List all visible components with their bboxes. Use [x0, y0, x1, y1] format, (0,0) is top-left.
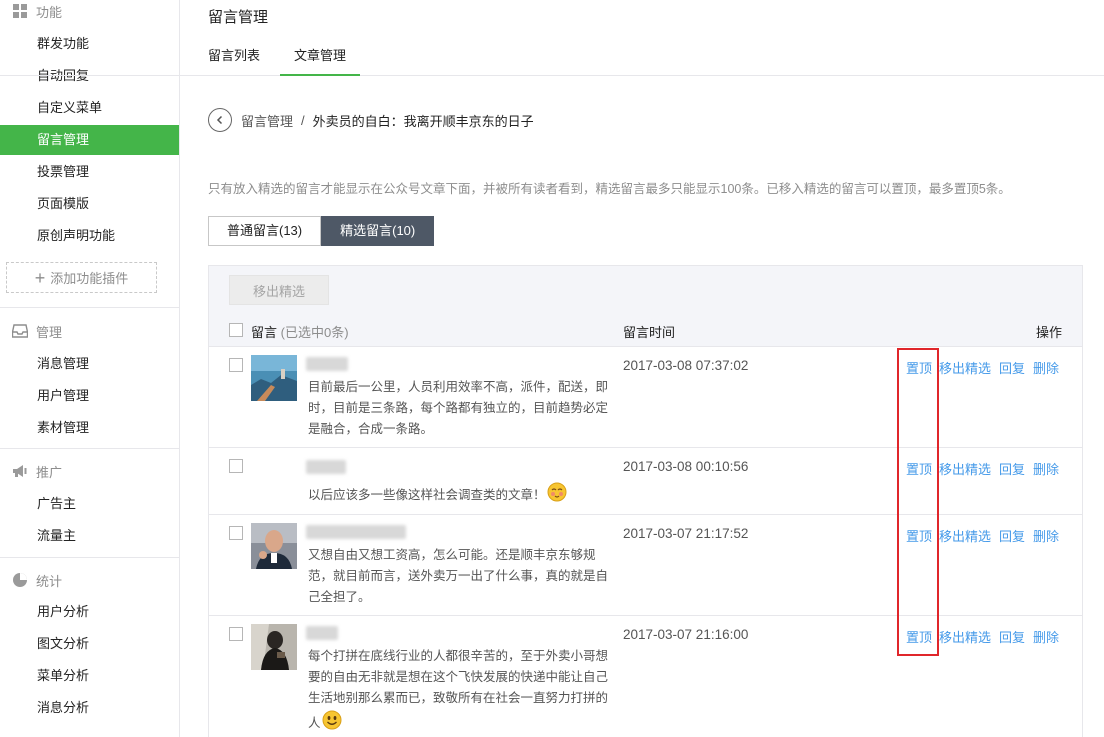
sidebar-item-original-declaration[interactable]: 原创声明功能 — [0, 221, 179, 251]
featured-comments-button[interactable]: 精选留言(10) — [321, 216, 435, 246]
column-header-message: 留言 (已选中0条) — [251, 325, 349, 340]
table-row: 又想自由又想工资高，怎么可能。还是顺丰京东够规范，就目前而言，送外卖万一出了什么… — [209, 515, 1082, 616]
comment-time: 2017-03-07 21:17:52 — [623, 526, 749, 541]
section-features-header: 功能 — [0, 0, 62, 22]
breadcrumb: 留言管理 / 外卖员的自白：我离开顺丰京东的日子 — [208, 108, 534, 132]
blush-emoji-icon — [547, 482, 567, 502]
delete-button[interactable]: 删除 — [1033, 526, 1059, 545]
sidebar-divider — [0, 557, 179, 558]
pin-button[interactable]: 置顶 — [906, 358, 932, 377]
column-header-ops: 操作 — [1035, 325, 1062, 340]
pin-button[interactable]: 置顶 — [906, 459, 932, 478]
back-button[interactable] — [208, 108, 232, 132]
row-ops: 置顶 移出精选 回复 删除 — [906, 526, 1059, 545]
delete-button[interactable]: 删除 — [1033, 358, 1059, 377]
sidebar-divider — [0, 448, 179, 449]
section-stats-header: 统计 — [0, 569, 62, 591]
section-manage-header: 管理 — [0, 320, 62, 342]
delete-button[interactable]: 删除 — [1033, 459, 1059, 478]
pin-button[interactable]: 置顶 — [906, 627, 932, 646]
row-checkbox[interactable] — [229, 627, 243, 641]
sidebar-item-users[interactable]: 用户管理 — [0, 381, 179, 411]
pin-button[interactable]: 置顶 — [906, 526, 932, 545]
reply-button[interactable]: 回复 — [999, 526, 1025, 545]
sidebar-divider — [0, 307, 179, 308]
remove-featured-link[interactable]: 移出精选 — [939, 526, 991, 545]
remove-featured-link[interactable]: 移出精选 — [939, 627, 991, 646]
comment-time: 2017-03-08 07:37:02 — [623, 358, 749, 373]
row-checkbox[interactable] — [229, 526, 243, 540]
sidebar-item-messages[interactable]: 消息管理 — [0, 349, 179, 379]
chevron-left-icon — [216, 115, 223, 125]
row-checkbox[interactable] — [229, 459, 243, 473]
comment-text: 又想自由又想工资高，怎么可能。还是顺丰京东够规范，就目前而言，送外卖万一出了什么… — [308, 548, 609, 604]
delete-button[interactable]: 删除 — [1033, 627, 1059, 646]
normal-comments-button[interactable]: 普通留言(13) — [208, 216, 322, 246]
comment-text: 目前最后一公里，人员利用效率不高，派件，配送，即时，目前是三条路，每个路都有独立… — [308, 380, 609, 436]
sidebar-item-menu-analysis[interactable]: 菜单分析 — [0, 661, 179, 691]
reply-button[interactable]: 回复 — [999, 459, 1025, 478]
comment-time: 2017-03-07 21:16:00 — [623, 627, 749, 642]
sidebar-item-page-template[interactable]: 页面模版 — [0, 189, 179, 219]
person-photo-avatar — [251, 523, 297, 569]
remove-featured-link[interactable]: 移出精选 — [939, 459, 991, 478]
sidebar-item-custom-menu[interactable]: 自定义菜单 — [0, 93, 179, 123]
user-name-redacted — [306, 357, 348, 371]
comment-time: 2017-03-08 00:10:56 — [623, 459, 749, 474]
inbox-icon — [12, 323, 28, 339]
breadcrumb-separator: / — [301, 112, 305, 128]
sidebar-item-traffic-owner[interactable]: 流量主 — [0, 521, 179, 551]
featured-tip-text: 只有放入精选的留言才能显示在公众号文章下面，并被所有读者看到，精选留言最多只能显… — [208, 182, 1011, 196]
remove-featured-link[interactable]: 移出精选 — [939, 358, 991, 377]
add-plugin-button[interactable]: + 添加功能插件 — [6, 262, 157, 293]
city-photo-avatar — [251, 355, 297, 401]
smile-emoji-icon — [322, 710, 342, 730]
user-name-redacted — [306, 460, 346, 474]
comment-type-switch: 普通留言(13) 精选留言(10) — [208, 216, 435, 246]
user-name-redacted — [306, 525, 406, 539]
tab-comment-list[interactable]: 留言列表 — [208, 45, 260, 76]
reply-button[interactable]: 回复 — [999, 627, 1025, 646]
remove-featured-button[interactable]: 移出精选 — [229, 275, 329, 305]
sidebar-item-comments[interactable]: 留言管理 — [0, 125, 179, 155]
sidebar-item-user-analysis[interactable]: 用户分析 — [0, 597, 179, 627]
row-checkbox[interactable] — [229, 358, 243, 372]
table-row: 以后应该多一些像这样社会调查类的文章！ 2017-03-08 00:10:56 … — [209, 448, 1082, 515]
comment-text: 以后应该多一些像这样社会调查类的文章！ — [308, 481, 608, 506]
sidebar-item-advertiser[interactable]: 广告主 — [0, 489, 179, 519]
row-ops: 置顶 移出精选 回复 删除 — [906, 358, 1059, 377]
table-row: 每个打拼在底线行业的人都很辛苦的，至于外卖小哥想要的自由无非就是想在这个飞快发展… — [209, 616, 1082, 737]
dark-photo-avatar — [251, 624, 297, 670]
sidebar-item-voting[interactable]: 投票管理 — [0, 157, 179, 187]
panel-toolbar: 移出精选 — [209, 266, 1082, 312]
table-header: 留言 (已选中0条) 留言时间 操作 — [209, 312, 1082, 347]
sidebar-item-message-analysis[interactable]: 消息分析 — [0, 693, 179, 723]
megaphone-icon — [12, 463, 28, 479]
page-title: 留言管理 — [208, 9, 269, 26]
tab-article-management[interactable]: 文章管理 — [280, 45, 361, 76]
section-promotion-header: 推广 — [0, 460, 62, 482]
column-header-time: 留言时间 — [623, 325, 676, 340]
row-ops: 置顶 移出精选 回复 删除 — [906, 459, 1059, 478]
plus-icon: + — [34, 267, 46, 288]
comments-panel: 移出精选 留言 (已选中0条) 留言时间 操作 目前最后一公里，人员利用效率不高… — [208, 265, 1083, 737]
reply-button[interactable]: 回复 — [999, 358, 1025, 377]
sidebar-item-article-analysis[interactable]: 图文分析 — [0, 629, 179, 659]
table-row: 目前最后一公里，人员利用效率不高，派件，配送，即时，目前是三条路，每个路都有独立… — [209, 347, 1082, 448]
row-ops: 置顶 移出精选 回复 删除 — [906, 627, 1059, 646]
breadcrumb-parent-link[interactable]: 留言管理 — [241, 111, 293, 130]
sidebar: 功能 群发功能 自动回复 自定义菜单 留言管理 投票管理 页面模版 原创声明功能… — [0, 0, 180, 737]
user-name-redacted — [306, 626, 338, 640]
comment-text: 每个打拼在底线行业的人都很辛苦的，至于外卖小哥想要的自由无非就是想在这个飞快发展… — [308, 649, 609, 730]
main-content: 留言管理 留言列表 文章管理 留言管理 / 外卖员的自白：我离开顺丰京东的日子 … — [0, 0, 1104, 737]
grid-icon — [12, 3, 28, 19]
tab-bar: 留言列表 文章管理 — [0, 38, 1104, 76]
breadcrumb-current: 外卖员的自白：我离开顺丰京东的日子 — [312, 113, 534, 129]
select-all-checkbox[interactable] — [229, 323, 243, 337]
sidebar-item-materials[interactable]: 素材管理 — [0, 413, 179, 443]
pie-chart-icon — [12, 572, 28, 588]
